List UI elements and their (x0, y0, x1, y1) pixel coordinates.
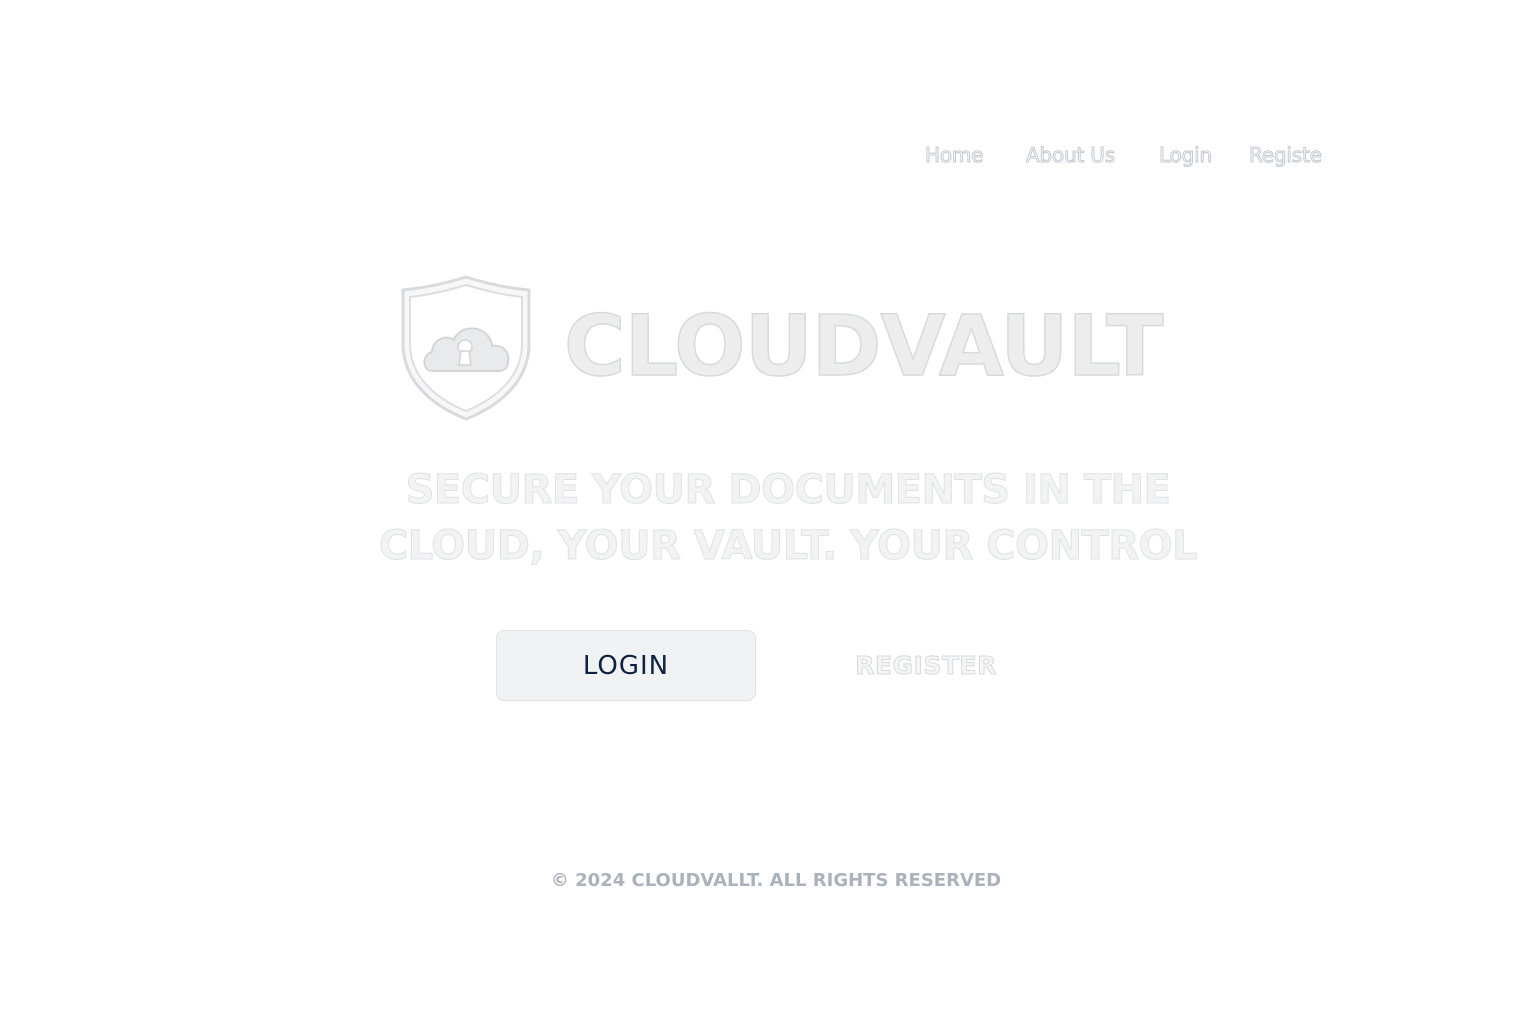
tagline-line-2: CLOUD, YOUR VAULT. YOUR CONTROL (378, 523, 1198, 570)
nav-item-register[interactable]: Registe (1249, 139, 1323, 171)
nav-item-home[interactable]: Home (924, 139, 983, 171)
register-button[interactable]: REGISTER (826, 630, 1026, 701)
tagline-line-1: SECURE YOUR DOCUMENTS IN THE (405, 467, 1171, 514)
shield-cloud-lock-icon (398, 274, 534, 422)
footer-copyright: © 2024 CLOUDVALLT. ALL RIGHTS RESERVED (550, 870, 1002, 891)
hero-tagline: SECURE YOUR DOCUMENTS IN THE CLOUD, YOUR… (368, 462, 1208, 574)
brand-name: CLOUDVAULT (563, 296, 1164, 396)
landing-page: Home About Us Login Registe CLOUDVAULT S… (0, 0, 1536, 1024)
nav-item-about-us[interactable]: About Us (1026, 139, 1116, 171)
login-button[interactable]: LOGIN (496, 630, 756, 701)
nav-item-login[interactable]: Login (1159, 139, 1213, 171)
top-nav: Home About Us Login Registe (900, 139, 1360, 171)
